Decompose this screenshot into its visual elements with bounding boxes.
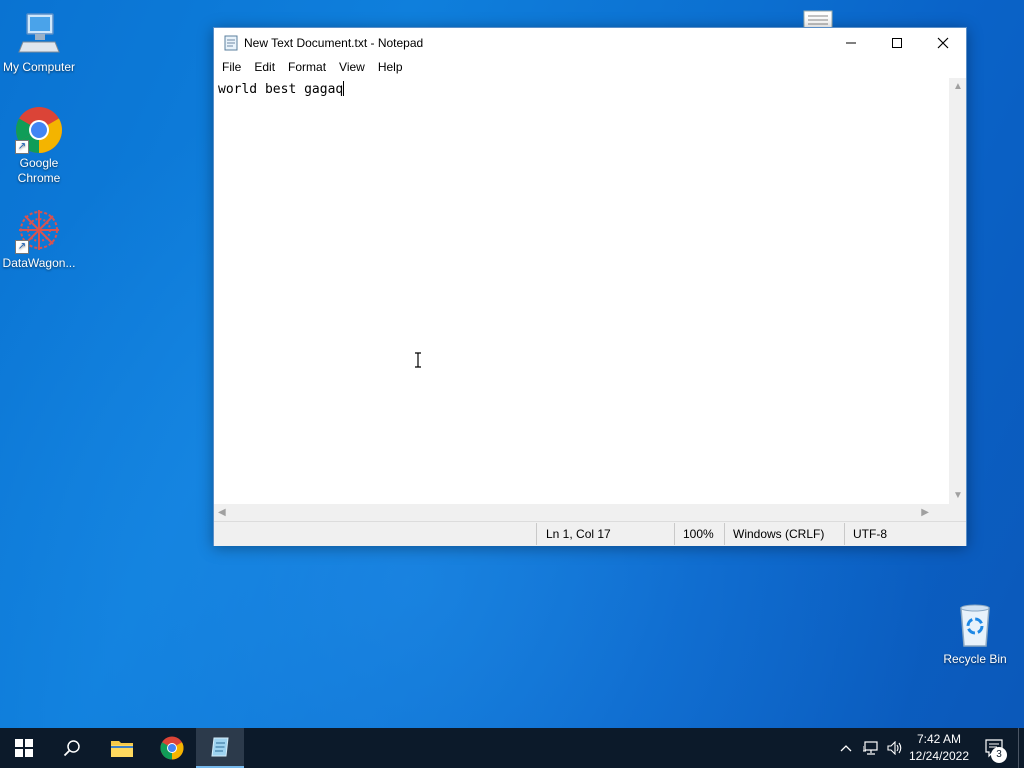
menu-view[interactable]: View bbox=[334, 58, 373, 78]
status-divider bbox=[674, 523, 675, 545]
search-icon bbox=[63, 740, 80, 757]
start-button[interactable] bbox=[0, 728, 48, 768]
network-button[interactable] bbox=[860, 728, 882, 768]
notification-badge: 3 bbox=[991, 747, 1007, 763]
status-divider bbox=[724, 523, 725, 545]
desktop-icon-label: Google Chrome bbox=[17, 156, 61, 185]
taskbar-file-explorer[interactable] bbox=[98, 728, 146, 768]
datawagon-icon: ↗ bbox=[15, 206, 63, 254]
status-bar: Ln 1, Col 17 100% Windows (CRLF) UTF-8 bbox=[214, 521, 966, 546]
menu-edit[interactable]: Edit bbox=[249, 58, 283, 78]
scroll-right-icon[interactable]: ▶ bbox=[921, 507, 929, 518]
taskbar-chrome[interactable] bbox=[148, 728, 196, 768]
recycle-bin-icon bbox=[951, 602, 999, 650]
menu-format[interactable]: Format bbox=[283, 58, 334, 78]
taskbar-notepad[interactable] bbox=[196, 728, 244, 768]
close-button[interactable] bbox=[920, 28, 966, 58]
clock-date: 12/24/2022 bbox=[908, 749, 970, 763]
status-zoom: 100% bbox=[683, 527, 714, 541]
windows-logo-icon bbox=[15, 739, 33, 757]
horizontal-scrollbar[interactable]: ◀ ▶ bbox=[214, 504, 949, 521]
chevron-up-icon bbox=[840, 745, 852, 752]
maximize-icon bbox=[892, 38, 902, 48]
desktop-icon-google-chrome[interactable]: ↗ Google Chrome bbox=[0, 106, 78, 186]
clock-time: 7:42 AM bbox=[916, 732, 962, 746]
desktop-icon-label: My Computer bbox=[2, 60, 76, 74]
desktop-icon-label: Recycle Bin bbox=[943, 652, 1007, 666]
document-icon[interactable] bbox=[802, 9, 834, 30]
text-caret bbox=[343, 81, 345, 96]
vertical-scrollbar[interactable]: ▲ ▼ bbox=[949, 78, 966, 504]
shortcut-arrow-icon: ↗ bbox=[15, 240, 29, 254]
network-icon bbox=[863, 741, 878, 755]
scroll-down-icon[interactable]: ▼ bbox=[953, 490, 963, 501]
desktop-icon-my-computer[interactable]: My Computer bbox=[0, 10, 78, 75]
editor-content: world best gagaq bbox=[218, 82, 344, 97]
clock[interactable]: 7:42 AM 12/24/2022 bbox=[900, 731, 978, 765]
minimize-icon bbox=[846, 42, 856, 44]
show-desktop-button[interactable] bbox=[1018, 728, 1024, 768]
status-encoding: UTF-8 bbox=[853, 527, 887, 541]
desktop-icon-label: DataWagon... bbox=[2, 256, 76, 270]
scroll-left-icon[interactable]: ◀ bbox=[218, 507, 226, 518]
maximize-button[interactable] bbox=[874, 28, 920, 58]
taskbar: 7:42 AM 12/24/2022 3 bbox=[0, 728, 1024, 768]
shortcut-arrow-icon: ↗ bbox=[15, 140, 29, 154]
desktop-icon-datawagon[interactable]: ↗ DataWagon... bbox=[0, 206, 78, 271]
search-button[interactable] bbox=[48, 728, 96, 768]
notifications-button[interactable]: 3 bbox=[980, 728, 1010, 768]
status-divider bbox=[536, 523, 537, 545]
show-hidden-icons-button[interactable] bbox=[836, 728, 856, 768]
chrome-icon: ↗ bbox=[15, 106, 63, 154]
notepad-icon bbox=[223, 35, 239, 51]
chrome-icon bbox=[160, 736, 184, 760]
notepad-icon bbox=[211, 737, 229, 757]
minimize-button[interactable] bbox=[828, 28, 874, 58]
notification-count: 3 bbox=[996, 749, 1002, 760]
status-position: Ln 1, Col 17 bbox=[546, 527, 611, 541]
scrollbar-corner bbox=[949, 504, 966, 521]
title-bar[interactable]: New Text Document.txt - Notepad bbox=[214, 28, 966, 58]
status-divider bbox=[844, 523, 845, 545]
desktop-icon-recycle-bin[interactable]: Recycle Bin bbox=[936, 602, 1014, 667]
status-line-ending: Windows (CRLF) bbox=[733, 527, 825, 541]
close-icon bbox=[937, 37, 949, 49]
notepad-window[interactable]: New Text Document.txt - Notepad File Edi… bbox=[213, 27, 967, 546]
menu-help[interactable]: Help bbox=[373, 58, 411, 78]
i-beam-cursor-icon bbox=[415, 352, 421, 368]
computer-icon bbox=[15, 10, 63, 58]
menu-bar: File Edit Format View Help bbox=[214, 58, 966, 78]
window-title: New Text Document.txt - Notepad bbox=[244, 36, 424, 50]
folder-icon bbox=[111, 741, 133, 757]
text-editor[interactable]: world best gagaq bbox=[214, 78, 949, 504]
menu-file[interactable]: File bbox=[217, 58, 249, 78]
scroll-up-icon[interactable]: ▲ bbox=[953, 81, 963, 92]
